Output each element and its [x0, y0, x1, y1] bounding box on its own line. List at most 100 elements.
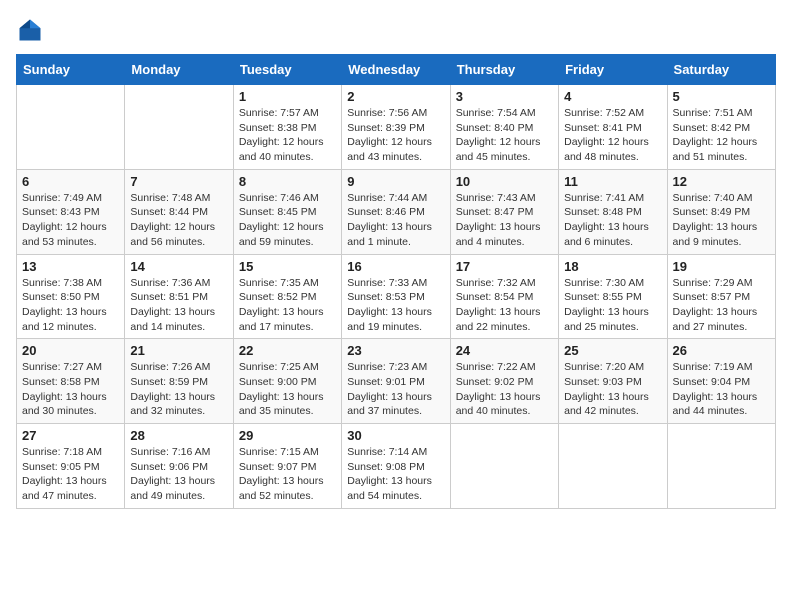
calendar-week-row: 6 Sunrise: 7:49 AMSunset: 8:43 PMDaylight… — [17, 169, 776, 254]
day-number: 17 — [456, 259, 553, 274]
day-number: 28 — [130, 428, 227, 443]
calendar-cell: 10 Sunrise: 7:43 AMSunset: 8:47 PMDayligh… — [450, 169, 558, 254]
day-number: 20 — [22, 343, 119, 358]
calendar-cell: 1 Sunrise: 7:57 AMSunset: 8:38 PMDaylight… — [233, 85, 341, 170]
calendar-cell — [450, 424, 558, 509]
day-number: 14 — [130, 259, 227, 274]
calendar-header-row: SundayMondayTuesdayWednesdayThursdayFrid… — [17, 55, 776, 85]
day-info: Sunrise: 7:33 AMSunset: 8:53 PMDaylight:… — [347, 276, 444, 335]
day-info: Sunrise: 7:36 AMSunset: 8:51 PMDaylight:… — [130, 276, 227, 335]
day-number: 24 — [456, 343, 553, 358]
calendar-cell: 24 Sunrise: 7:22 AMSunset: 9:02 PMDayligh… — [450, 339, 558, 424]
calendar-table: SundayMondayTuesdayWednesdayThursdayFrid… — [16, 54, 776, 509]
day-number: 8 — [239, 174, 336, 189]
day-header-saturday: Saturday — [667, 55, 775, 85]
day-header-sunday: Sunday — [17, 55, 125, 85]
day-info: Sunrise: 7:19 AMSunset: 9:04 PMDaylight:… — [673, 360, 770, 419]
calendar-cell: 14 Sunrise: 7:36 AMSunset: 8:51 PMDayligh… — [125, 254, 233, 339]
day-info: Sunrise: 7:46 AMSunset: 8:45 PMDaylight:… — [239, 191, 336, 250]
calendar-week-row: 13 Sunrise: 7:38 AMSunset: 8:50 PMDayligh… — [17, 254, 776, 339]
calendar-cell: 22 Sunrise: 7:25 AMSunset: 9:00 PMDayligh… — [233, 339, 341, 424]
calendar-cell: 13 Sunrise: 7:38 AMSunset: 8:50 PMDayligh… — [17, 254, 125, 339]
calendar-cell — [17, 85, 125, 170]
calendar-week-row: 1 Sunrise: 7:57 AMSunset: 8:38 PMDaylight… — [17, 85, 776, 170]
day-info: Sunrise: 7:26 AMSunset: 8:59 PMDaylight:… — [130, 360, 227, 419]
day-number: 13 — [22, 259, 119, 274]
calendar-cell: 5Sunrise: 7:51 AMSunset: 8:42 PMDaylight… — [667, 85, 775, 170]
day-number: 1 — [239, 89, 336, 104]
day-number: 2 — [347, 89, 444, 104]
calendar-cell: 2 Sunrise: 7:56 AMSunset: 8:39 PMDaylight… — [342, 85, 450, 170]
calendar-week-row: 20 Sunrise: 7:27 AMSunset: 8:58 PMDayligh… — [17, 339, 776, 424]
day-info: Sunrise: 7:30 AMSunset: 8:55 PMDaylight:… — [564, 276, 661, 335]
day-info: Sunrise: 7:40 AMSunset: 8:49 PMDaylight:… — [673, 191, 770, 250]
logo-icon — [16, 16, 44, 44]
calendar-cell: 9Sunrise: 7:44 AMSunset: 8:46 PMDaylight… — [342, 169, 450, 254]
calendar-cell — [667, 424, 775, 509]
calendar-cell: 25 Sunrise: 7:20 AMSunset: 9:03 PMDayligh… — [559, 339, 667, 424]
day-info: Sunrise: 7:43 AMSunset: 8:47 PMDaylight:… — [456, 191, 553, 250]
day-info: Sunrise: 7:14 AMSunset: 9:08 PMDaylight:… — [347, 445, 444, 504]
day-info: Sunrise: 7:22 AMSunset: 9:02 PMDaylight:… — [456, 360, 553, 419]
day-header-wednesday: Wednesday — [342, 55, 450, 85]
day-number: 10 — [456, 174, 553, 189]
day-number: 7 — [130, 174, 227, 189]
calendar-cell — [559, 424, 667, 509]
calendar-cell: 19 Sunrise: 7:29 AMSunset: 8:57 PMDayligh… — [667, 254, 775, 339]
day-number: 12 — [673, 174, 770, 189]
calendar-cell: 12 Sunrise: 7:40 AMSunset: 8:49 PMDayligh… — [667, 169, 775, 254]
day-info: Sunrise: 7:18 AMSunset: 9:05 PMDaylight:… — [22, 445, 119, 504]
day-info: Sunrise: 7:54 AMSunset: 8:40 PMDaylight:… — [456, 106, 553, 165]
day-number: 18 — [564, 259, 661, 274]
day-info: Sunrise: 7:20 AMSunset: 9:03 PMDaylight:… — [564, 360, 661, 419]
day-number: 19 — [673, 259, 770, 274]
day-number: 3 — [456, 89, 553, 104]
calendar-cell — [125, 85, 233, 170]
day-info: Sunrise: 7:57 AMSunset: 8:38 PMDaylight:… — [239, 106, 336, 165]
day-number: 25 — [564, 343, 661, 358]
day-number: 9 — [347, 174, 444, 189]
day-info: Sunrise: 7:41 AMSunset: 8:48 PMDaylight:… — [564, 191, 661, 250]
day-info: Sunrise: 7:15 AMSunset: 9:07 PMDaylight:… — [239, 445, 336, 504]
day-header-tuesday: Tuesday — [233, 55, 341, 85]
calendar-cell: 6 Sunrise: 7:49 AMSunset: 8:43 PMDaylight… — [17, 169, 125, 254]
day-header-friday: Friday — [559, 55, 667, 85]
day-info: Sunrise: 7:38 AMSunset: 8:50 PMDaylight:… — [22, 276, 119, 335]
day-header-thursday: Thursday — [450, 55, 558, 85]
calendar-cell: 4Sunrise: 7:52 AMSunset: 8:41 PMDaylight… — [559, 85, 667, 170]
calendar-cell: 27Sunrise: 7:18 AMSunset: 9:05 PMDayligh… — [17, 424, 125, 509]
calendar-week-row: 27Sunrise: 7:18 AMSunset: 9:05 PMDayligh… — [17, 424, 776, 509]
day-number: 16 — [347, 259, 444, 274]
day-info: Sunrise: 7:16 AMSunset: 9:06 PMDaylight:… — [130, 445, 227, 504]
day-info: Sunrise: 7:32 AMSunset: 8:54 PMDaylight:… — [456, 276, 553, 335]
day-number: 15 — [239, 259, 336, 274]
day-number: 11 — [564, 174, 661, 189]
day-info: Sunrise: 7:27 AMSunset: 8:58 PMDaylight:… — [22, 360, 119, 419]
day-info: Sunrise: 7:56 AMSunset: 8:39 PMDaylight:… — [347, 106, 444, 165]
day-info: Sunrise: 7:49 AMSunset: 8:43 PMDaylight:… — [22, 191, 119, 250]
day-number: 22 — [239, 343, 336, 358]
day-info: Sunrise: 7:51 AMSunset: 8:42 PMDaylight:… — [673, 106, 770, 165]
day-info: Sunrise: 7:48 AMSunset: 8:44 PMDaylight:… — [130, 191, 227, 250]
calendar-cell: 15 Sunrise: 7:35 AMSunset: 8:52 PMDayligh… — [233, 254, 341, 339]
calendar-cell: 17 Sunrise: 7:32 AMSunset: 8:54 PMDayligh… — [450, 254, 558, 339]
day-header-monday: Monday — [125, 55, 233, 85]
day-info: Sunrise: 7:35 AMSunset: 8:52 PMDaylight:… — [239, 276, 336, 335]
calendar-cell: 7 Sunrise: 7:48 AMSunset: 8:44 PMDaylight… — [125, 169, 233, 254]
logo — [16, 16, 48, 44]
calendar-cell: 23 Sunrise: 7:23 AMSunset: 9:01 PMDayligh… — [342, 339, 450, 424]
day-info: Sunrise: 7:25 AMSunset: 9:00 PMDaylight:… — [239, 360, 336, 419]
day-number: 6 — [22, 174, 119, 189]
day-number: 30 — [347, 428, 444, 443]
day-number: 23 — [347, 343, 444, 358]
calendar-cell: 30 Sunrise: 7:14 AMSunset: 9:08 PMDayligh… — [342, 424, 450, 509]
day-info: Sunrise: 7:29 AMSunset: 8:57 PMDaylight:… — [673, 276, 770, 335]
calendar-cell: 16 Sunrise: 7:33 AMSunset: 8:53 PMDayligh… — [342, 254, 450, 339]
day-number: 29 — [239, 428, 336, 443]
day-info: Sunrise: 7:23 AMSunset: 9:01 PMDaylight:… — [347, 360, 444, 419]
calendar-cell: 20 Sunrise: 7:27 AMSunset: 8:58 PMDayligh… — [17, 339, 125, 424]
page-header — [16, 16, 776, 44]
calendar-cell: 28 Sunrise: 7:16 AMSunset: 9:06 PMDayligh… — [125, 424, 233, 509]
calendar-cell: 8 Sunrise: 7:46 AMSunset: 8:45 PMDaylight… — [233, 169, 341, 254]
day-info: Sunrise: 7:52 AMSunset: 8:41 PMDaylight:… — [564, 106, 661, 165]
